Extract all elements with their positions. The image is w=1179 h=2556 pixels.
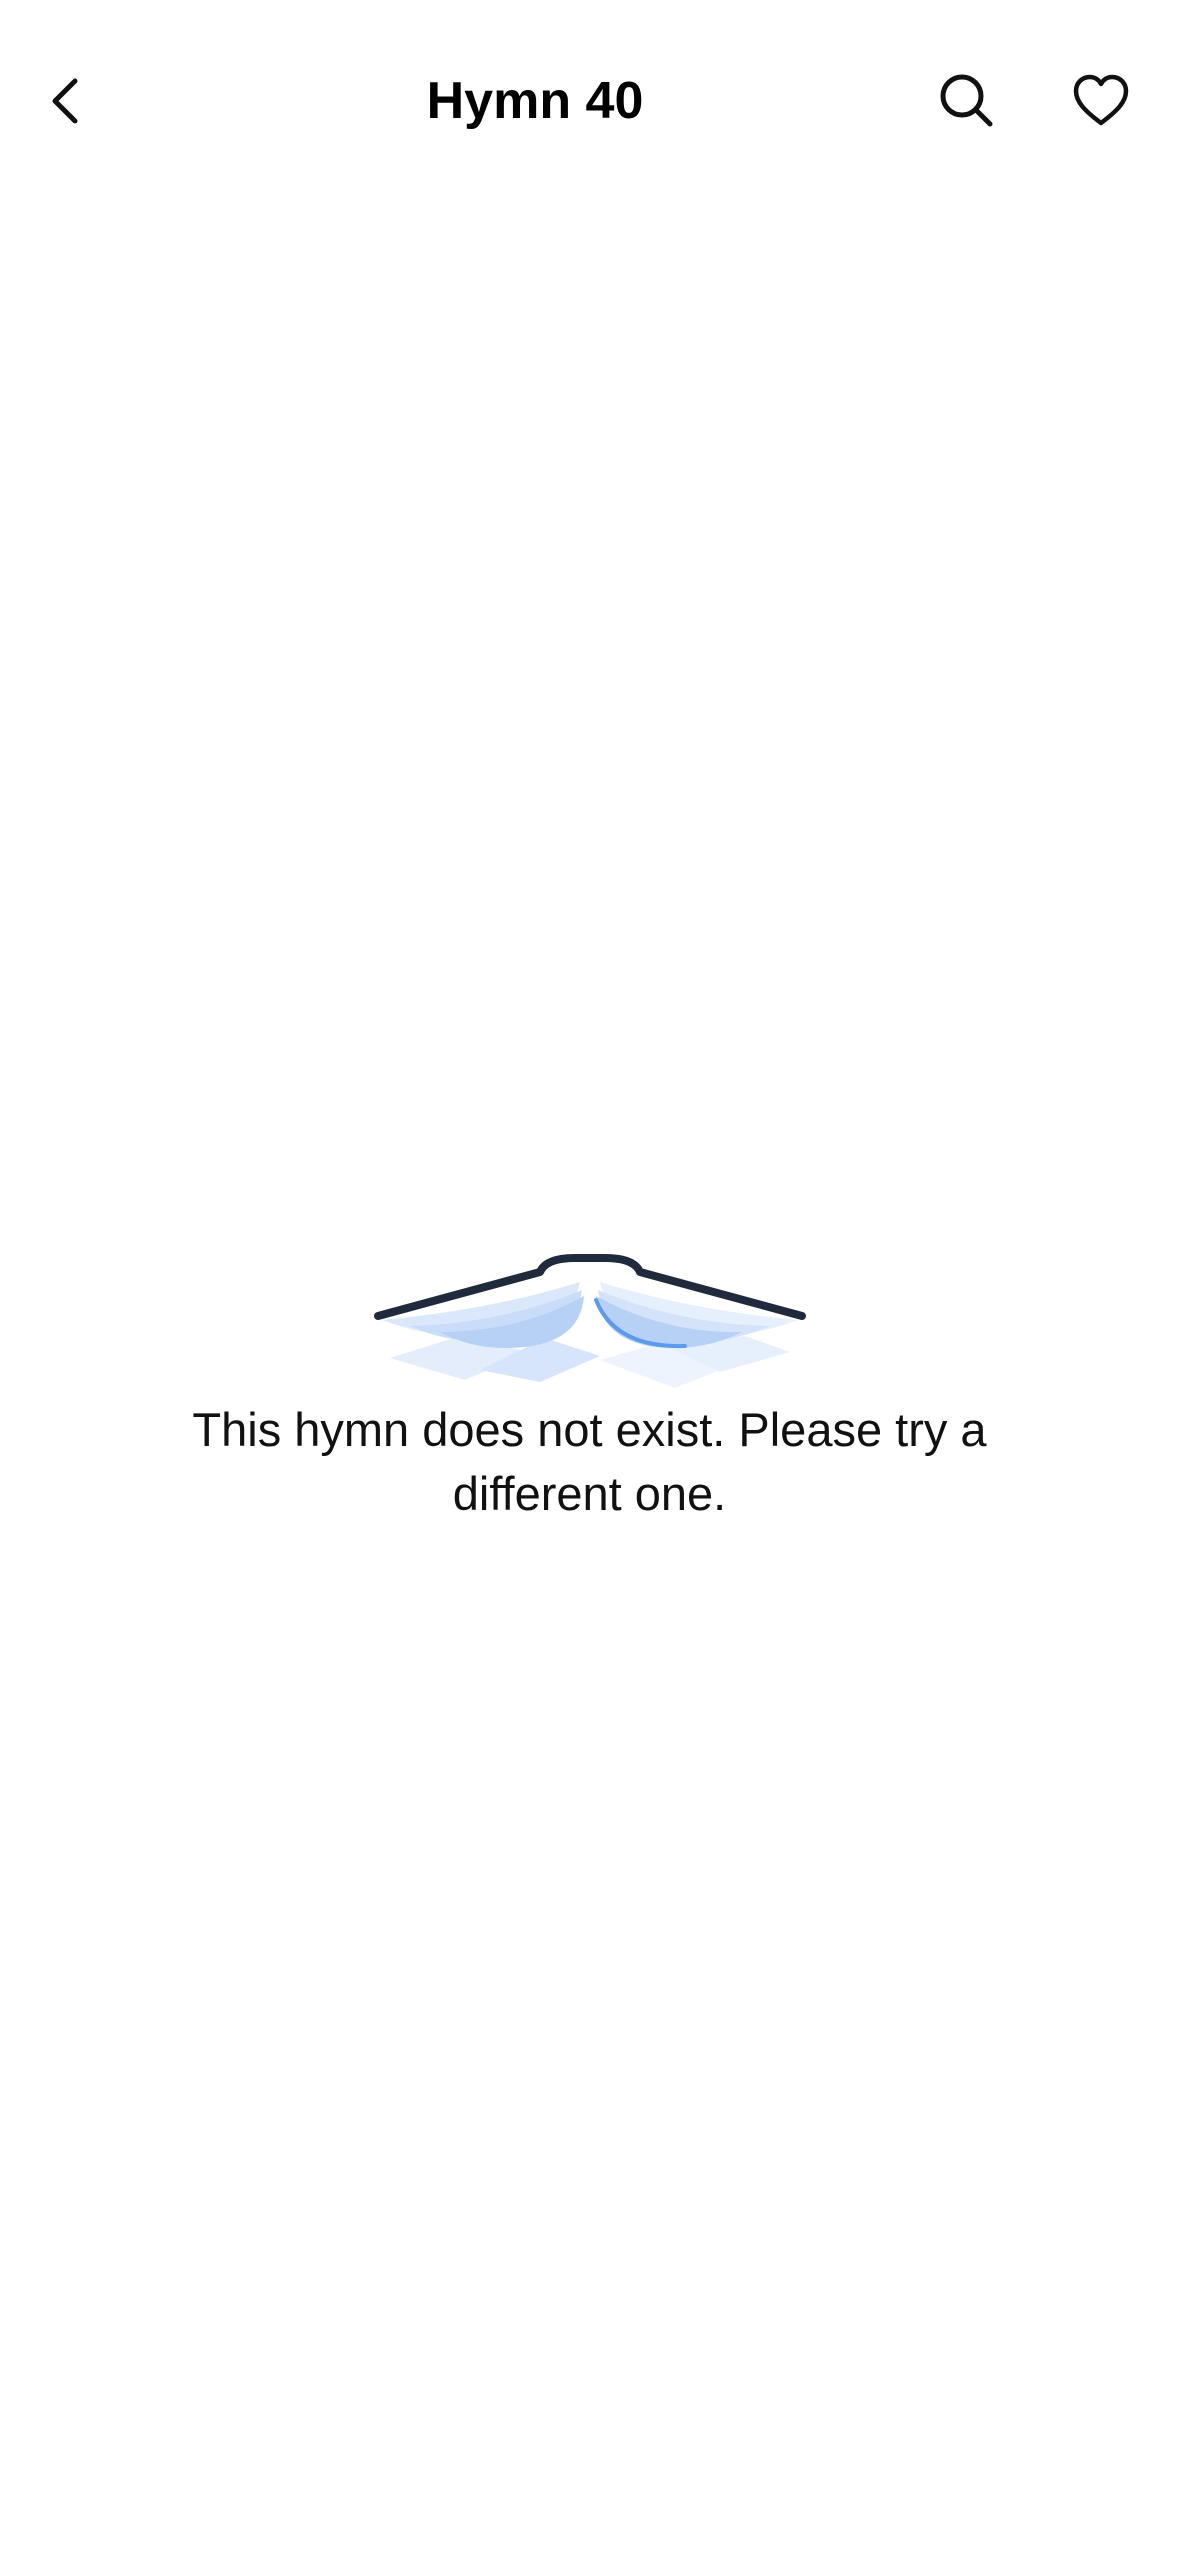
search-icon bbox=[940, 74, 993, 127]
empty-state-message: This hymn does not exist. Please try a d… bbox=[192, 1403, 987, 1520]
search-button[interactable] bbox=[912, 46, 1022, 156]
favorite-button[interactable] bbox=[1046, 46, 1156, 156]
page-title: Hymn 40 bbox=[426, 72, 644, 130]
navigation-bar: Hymn 40 bbox=[0, 0, 1179, 200]
heart-icon bbox=[1073, 74, 1129, 126]
open-book-icon bbox=[374, 1254, 806, 1388]
